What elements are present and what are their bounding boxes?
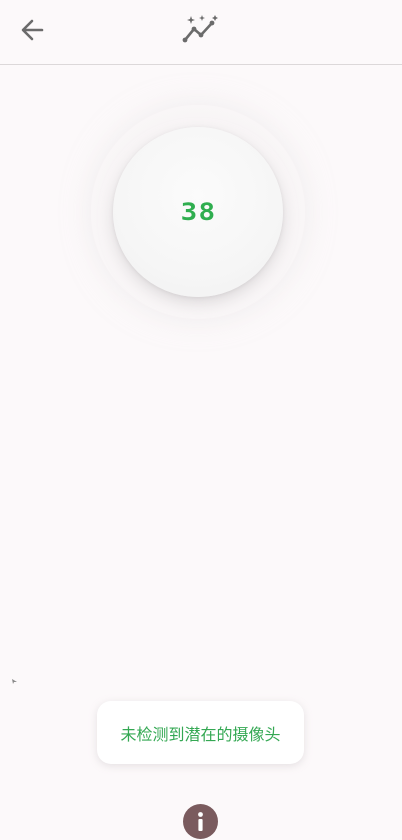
- info-icon: [198, 812, 203, 831]
- status-toast-message: 未检测到潜在的摄像头: [120, 724, 281, 744]
- score-dial: 38: [113, 127, 283, 297]
- app-bar: [0, 0, 402, 65]
- arrow-left-icon: [21, 19, 44, 41]
- auto-graph-button[interactable]: [178, 10, 224, 50]
- back-button[interactable]: [10, 10, 54, 50]
- score-value: 38: [180, 198, 216, 226]
- auto-graph-sparkle-icon: [182, 15, 218, 43]
- status-toast: 未检测到潜在的摄像头: [97, 701, 304, 764]
- cursor-mark-icon: [12, 679, 17, 684]
- info-button[interactable]: [183, 804, 218, 839]
